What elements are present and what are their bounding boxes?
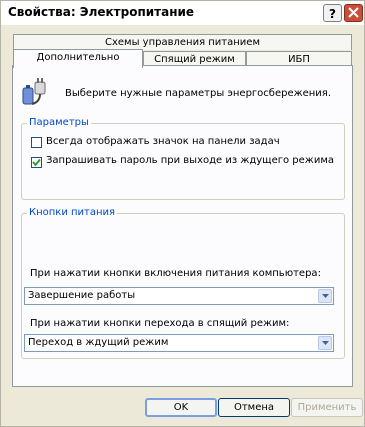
checkmark-icon	[32, 158, 41, 167]
svg-text:?: ?	[329, 7, 336, 21]
tab-label: ИБП	[288, 54, 310, 65]
sleep-button-value: Переход в ждущий режим	[28, 337, 169, 348]
cancel-button[interactable]: Отмена	[218, 398, 290, 417]
ok-button[interactable]: OK	[145, 398, 217, 417]
ask-password-label: Запрашивать пароль при выходе из ждущего…	[46, 155, 334, 166]
power-button-select[interactable]: Завершение работы	[24, 287, 334, 305]
tab-label: Дополнительно	[36, 52, 120, 63]
power-plug-battery-icon	[22, 78, 46, 105]
sleep-button-select[interactable]: Переход в ждущий режим	[24, 334, 334, 352]
tab-power-schemes[interactable]: Схемы управления питанием	[13, 34, 352, 50]
close-x-icon	[348, 7, 359, 18]
question-mark-icon: ?	[329, 7, 336, 21]
title-bar: Свойства: Электропитание ?	[1, 1, 364, 25]
power-button-value: Завершение работы	[28, 290, 136, 301]
intro-text: Выберите нужные параметры энергосбережен…	[65, 88, 332, 99]
show-icon-checkbox[interactable]	[31, 137, 42, 148]
window-title: Свойства: Электропитание	[8, 5, 195, 19]
power-button-label: При нажатии кнопки включения питания ком…	[30, 268, 321, 279]
tab-advanced[interactable]: Дополнительно	[13, 49, 143, 68]
sleep-button-label: При нажатии кнопки перехода в спящий реж…	[30, 318, 290, 329]
chevron-down-icon[interactable]	[318, 336, 332, 350]
ask-password-checkbox[interactable]	[31, 157, 42, 168]
close-button[interactable]	[344, 4, 363, 22]
tab-label: Схемы управления питанием	[105, 37, 260, 48]
help-button[interactable]: ?	[323, 4, 342, 22]
apply-button[interactable]: Применить	[291, 398, 363, 417]
show-icon-label: Всегда отображать значок на панели задач	[46, 136, 280, 147]
power-buttons-group-label: Кнопки питания	[27, 207, 118, 218]
parameters-group-label: Параметры	[27, 117, 91, 128]
tab-label: Спящий режим	[154, 54, 235, 65]
chevron-down-icon[interactable]	[318, 289, 332, 303]
